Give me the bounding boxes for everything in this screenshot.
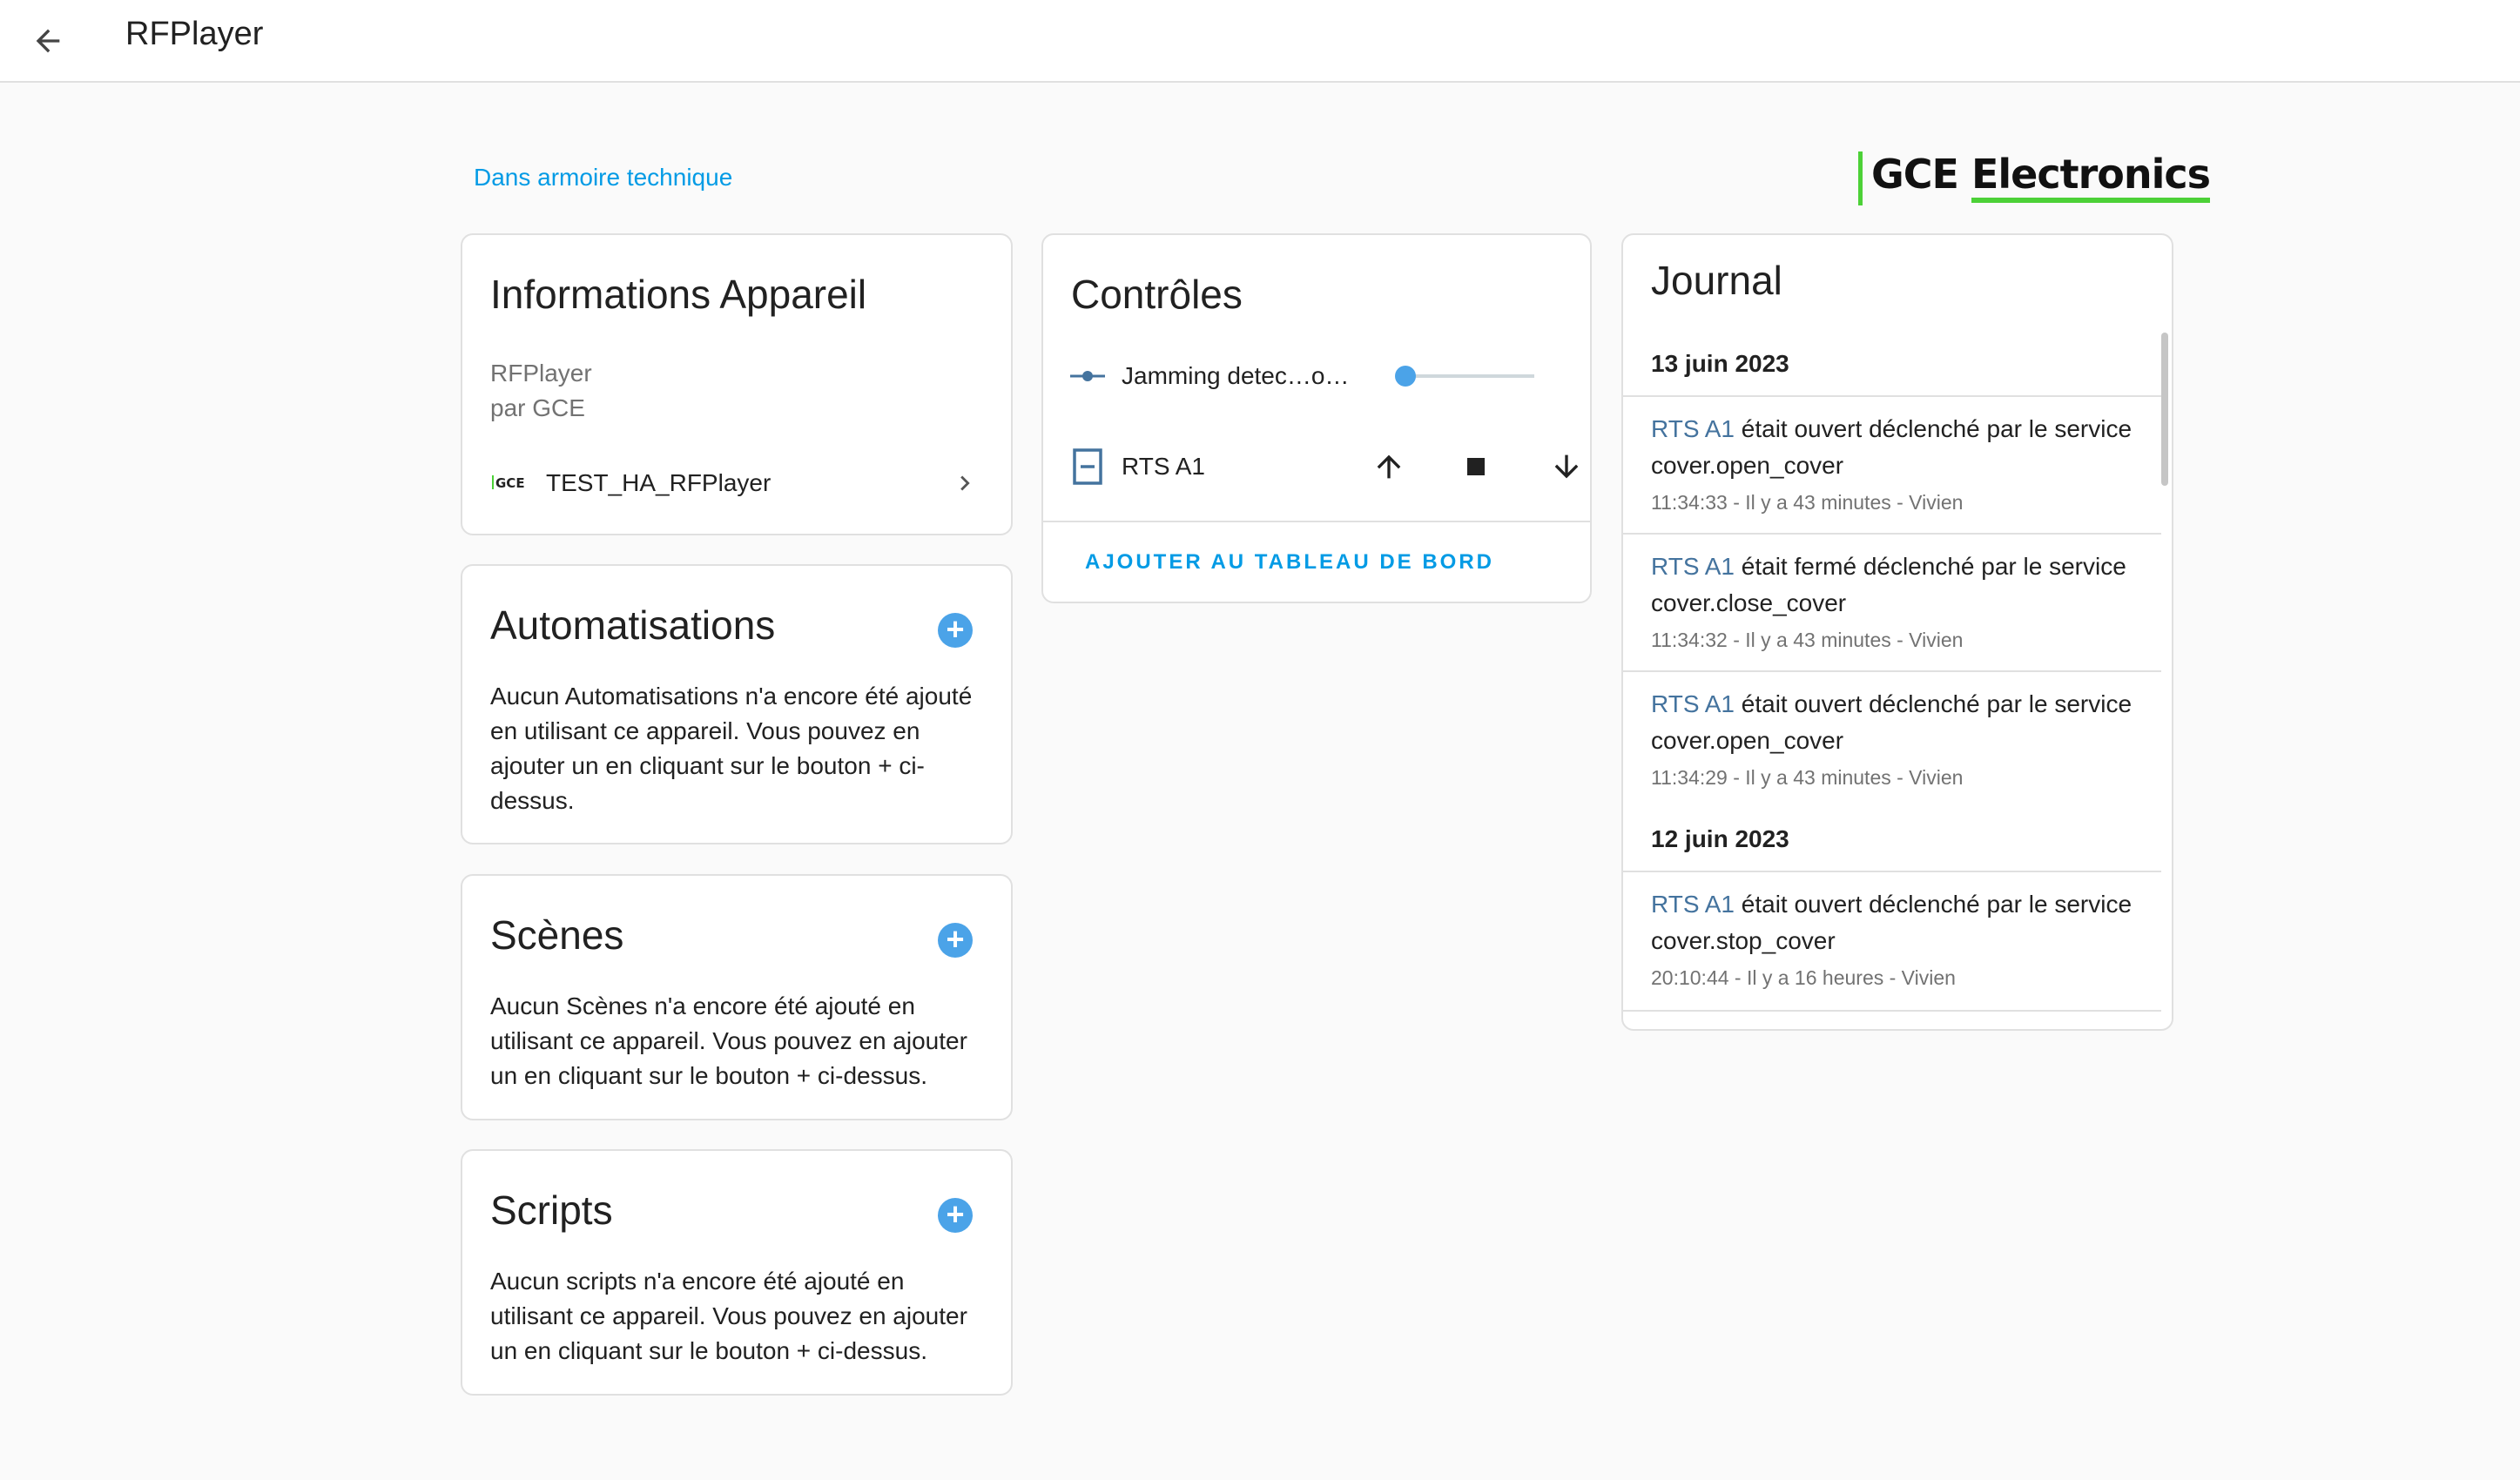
device-info-title: Informations Appareil — [490, 272, 867, 317]
jamming-row: Jamming detec…o… — [1043, 341, 1590, 411]
log-entry: RTS A1 était ouvert déclenché par le ser… — [1623, 395, 2161, 533]
plus-icon: + — [946, 920, 965, 957]
arrow-down-icon — [1554, 454, 1579, 479]
scripts-card: Scripts + Aucun scripts n'a encore été a… — [461, 1149, 1013, 1396]
automations-title: Automatisations — [490, 602, 776, 648]
arrow-up-icon — [1377, 454, 1401, 479]
shutter-icon — [1073, 448, 1102, 485]
add-scene-button[interactable]: + — [938, 923, 973, 958]
device-info-card: Informations Appareil RFPlayer par GCE G… — [461, 233, 1013, 535]
scripts-empty-text: Aucun scripts n'a encore été ajouté en u… — [490, 1268, 967, 1364]
device-row[interactable]: GCE TEST_HA_RFPlayer — [482, 453, 992, 514]
scenes-card: Scènes + Aucun Scènes n'a encore été ajo… — [461, 874, 1013, 1120]
plus-icon: + — [946, 610, 965, 647]
log-entity-link[interactable]: RTS A1 — [1651, 690, 1735, 717]
divider — [1623, 1010, 2161, 1012]
jamming-slider[interactable] — [1395, 366, 1534, 387]
log-date-header: 13 juin 2023 — [1651, 350, 1789, 377]
log-entity-link[interactable]: RTS A1 — [1651, 553, 1735, 580]
top-app-bar: RFPlayer — [0, 0, 2520, 83]
add-to-dashboard-button[interactable]: AJOUTER AU TABLEAU DE BORD — [1085, 550, 1494, 575]
device-logo: GCE — [482, 475, 534, 491]
log-entry: RTS A1 était ouvert déclenché par le ser… — [1623, 871, 2161, 1008]
logo-electronics: Electronics — [1971, 151, 2211, 203]
device-manufacturer: par GCE — [490, 394, 585, 421]
stop-cover-button[interactable] — [1445, 436, 1506, 497]
log-entry: RTS A1 était fermé déclenché par le serv… — [1623, 533, 2161, 670]
controls-card: Contrôles Jamming detec…o… RTS A1 AJOUTE… — [1041, 233, 1592, 603]
logbook-card: Journal 13 juin 2023 RTS A1 était ouvert… — [1621, 233, 2173, 1031]
scenes-empty-text: Aucun Scènes n'a encore été ajouté en ut… — [490, 992, 967, 1089]
close-cover-button[interactable] — [1536, 436, 1597, 497]
log-entity-link[interactable]: RTS A1 — [1651, 415, 1735, 442]
back-button[interactable] — [19, 12, 77, 70]
logbook-scrollbar[interactable] — [2161, 333, 2168, 486]
log-meta: 20:10:44 - Il y a 16 heures - Vivien — [1651, 966, 1956, 989]
jamming-label[interactable]: Jamming detec…o… — [1122, 362, 1349, 390]
log-meta: 11:34:29 - Il y a 43 minutes - Vivien — [1651, 766, 1964, 789]
log-entity-link[interactable]: RTS A1 — [1651, 891, 1735, 918]
log-meta: 11:34:33 - Il y a 43 minutes - Vivien — [1651, 491, 1964, 514]
add-script-button[interactable]: + — [938, 1198, 973, 1233]
automations-empty-text: Aucun Automatisations n'a encore été ajo… — [490, 683, 973, 814]
logo-gce: GCE — [1871, 151, 1959, 198]
plus-icon: + — [946, 1195, 965, 1232]
brand-logo: GCE Electronics — [1858, 151, 2211, 205]
log-entry: RTS A1 était ouvert déclenché par le ser… — [1623, 670, 2161, 808]
automations-card: Automatisations + Aucun Automatisations … — [461, 564, 1013, 844]
chevron-right-icon — [960, 475, 970, 491]
scenes-title: Scènes — [490, 912, 624, 958]
logbook-title: Journal — [1651, 258, 1782, 303]
open-cover-button[interactable] — [1358, 436, 1419, 497]
log-date-header: 12 juin 2023 — [1651, 825, 1789, 852]
slider-knob[interactable] — [1395, 366, 1416, 387]
stop-icon — [1467, 458, 1485, 475]
device-model: RFPlayer — [490, 360, 592, 387]
controls-title: Contrôles — [1071, 272, 1243, 317]
arrow-left-icon — [36, 29, 60, 53]
area-link[interactable]: Dans armoire technique — [474, 164, 732, 192]
device-name: TEST_HA_RFPlayer — [546, 469, 771, 496]
cover-label[interactable]: RTS A1 — [1122, 453, 1205, 481]
scripts-title: Scripts — [490, 1187, 613, 1233]
logo-bar — [1858, 151, 1863, 205]
cover-row: RTS A1 — [1043, 432, 1590, 501]
slider-icon — [1070, 371, 1105, 381]
divider — [1043, 521, 1590, 522]
page-title: RFPlayer — [125, 16, 264, 52]
log-meta: 11:34:32 - Il y a 43 minutes - Vivien — [1651, 629, 1964, 651]
add-automation-button[interactable]: + — [938, 613, 973, 648]
